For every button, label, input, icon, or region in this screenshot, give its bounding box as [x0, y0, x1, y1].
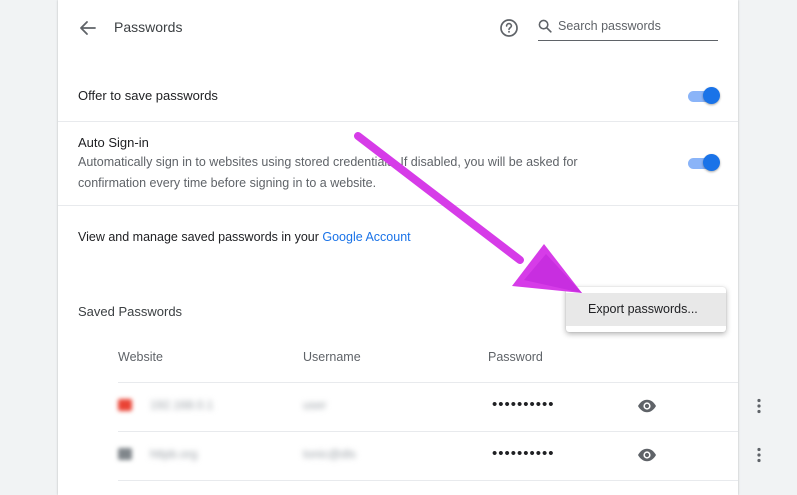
- username-value: user: [303, 398, 327, 412]
- more-vert-icon: [757, 447, 761, 463]
- page-header: Passwords: [58, 0, 738, 56]
- auto-signin-label: Auto Sign-in: [78, 135, 149, 150]
- export-passwords-label: Export passwords...: [588, 302, 698, 316]
- more-actions-button[interactable]: [748, 444, 770, 466]
- eye-icon: [638, 448, 656, 462]
- arrow-left-icon: [80, 21, 96, 35]
- password-row: 192.168.0.1 user ••••••••••: [118, 382, 761, 430]
- search-input[interactable]: [558, 16, 716, 36]
- saved-passwords-menu: Export passwords...: [566, 287, 726, 332]
- column-header-username: Username: [303, 350, 361, 364]
- magnifier-icon: [538, 19, 552, 33]
- help-button[interactable]: [498, 17, 520, 39]
- toggle-knob: [703, 154, 720, 171]
- offer-save-row: Offer to save passwords: [78, 88, 718, 103]
- password-value: ••••••••••: [492, 445, 555, 462]
- password-row: httpb.org tonic@dls ••••••••••: [118, 431, 761, 479]
- manage-passwords-row: View and manage saved passwords in your …: [78, 230, 718, 244]
- auto-signin-description-line1: Automatically sign in to websites using …: [78, 155, 578, 169]
- more-actions-button[interactable]: [748, 395, 770, 417]
- settings-card: Passwords Offer to save passwords Auto S…: [58, 0, 761, 495]
- website-value: httpb.org: [150, 447, 198, 461]
- google-account-link[interactable]: Google Account: [322, 230, 410, 244]
- export-passwords-menu-item[interactable]: Export passwords...: [566, 293, 726, 326]
- divider: [58, 121, 738, 122]
- saved-passwords-title: Saved Passwords: [78, 304, 183, 319]
- column-header-website: Website: [118, 350, 163, 364]
- back-button[interactable]: [76, 16, 100, 40]
- site-favicon: [118, 399, 132, 411]
- offer-save-label: Offer to save passwords: [78, 88, 218, 103]
- search-box: [538, 14, 718, 41]
- page-title: Passwords: [114, 19, 183, 35]
- username-value: tonic@dls: [303, 447, 356, 461]
- column-header-password: Password: [488, 350, 543, 364]
- website-value: 192.168.0.1: [150, 398, 214, 412]
- show-password-button[interactable]: [636, 444, 658, 466]
- show-password-button[interactable]: [636, 395, 658, 417]
- site-favicon: [118, 448, 132, 460]
- password-value: ••••••••••: [492, 396, 555, 413]
- toggle-knob: [703, 87, 720, 104]
- offer-save-toggle[interactable]: [686, 87, 720, 105]
- auto-signin-description-line2: confirmation every time before signing i…: [78, 176, 377, 190]
- auto-signin-row: Auto Sign-in Automatically sign in to we…: [78, 135, 718, 194]
- help-circle-icon: [500, 19, 518, 37]
- eye-icon: [638, 399, 656, 413]
- divider: [58, 205, 738, 206]
- more-vert-icon: [757, 398, 761, 414]
- divider: [118, 480, 738, 481]
- auto-signin-toggle[interactable]: [686, 154, 720, 172]
- manage-passwords-text: View and manage saved passwords in your: [78, 230, 323, 244]
